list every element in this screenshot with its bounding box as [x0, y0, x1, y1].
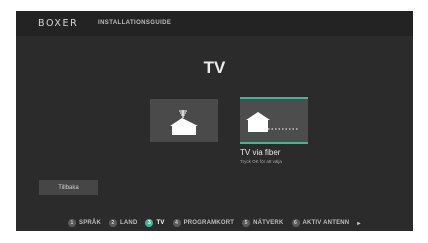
brand-logo: BOXER [38, 18, 79, 29]
step-active-antenna[interactable]: 6 AKTIV ANTENN [291, 219, 350, 227]
chevron-right-icon[interactable]: ▸ [357, 220, 360, 227]
antenna-house-icon [170, 110, 198, 135]
step-label: SPRÅK [79, 220, 102, 226]
top-bar: BOXER INSTALLATIONSGUIDE [16, 11, 413, 36]
option-label: TV via fiber [240, 148, 281, 157]
step-network[interactable]: 5 NÄTVERK [242, 219, 283, 227]
step-number: 4 [172, 219, 181, 227]
step-number: 2 [109, 219, 118, 227]
step-number: 3 [145, 219, 154, 227]
step-progress: 1 SPRÅK 2 LAND 3 TV 4 PROGRAMKORT 5 NÄTV… [68, 218, 361, 228]
fiber-house-icon [246, 112, 298, 132]
step-program-card[interactable]: 4 PROGRAMKORT [172, 219, 235, 227]
step-label: TV [156, 220, 165, 226]
step-number: 6 [291, 219, 300, 227]
back-button[interactable]: Tillbaka [39, 180, 98, 195]
step-label: LAND [120, 220, 138, 226]
option-hint: Tryck OK för att välja [240, 159, 282, 164]
option-antenna[interactable] [150, 99, 218, 142]
step-country[interactable]: 2 LAND [109, 219, 137, 227]
tv-screen: BOXER INSTALLATIONSGUIDE TV TV via fiber… [16, 11, 413, 231]
step-label: PROGRAMKORT [183, 220, 235, 226]
step-tv[interactable]: 3 TV [145, 219, 164, 227]
page-title: TV [203, 58, 226, 77]
section-title: INSTALLATIONSGUIDE [98, 20, 172, 26]
step-language[interactable]: 1 SPRÅK [68, 219, 101, 227]
option-fiber[interactable] [240, 97, 308, 144]
step-label: AKTIV ANTENN [302, 220, 350, 226]
step-label: NÄTVERK [253, 220, 284, 226]
step-number: 5 [242, 219, 251, 227]
step-number: 1 [68, 219, 76, 227]
